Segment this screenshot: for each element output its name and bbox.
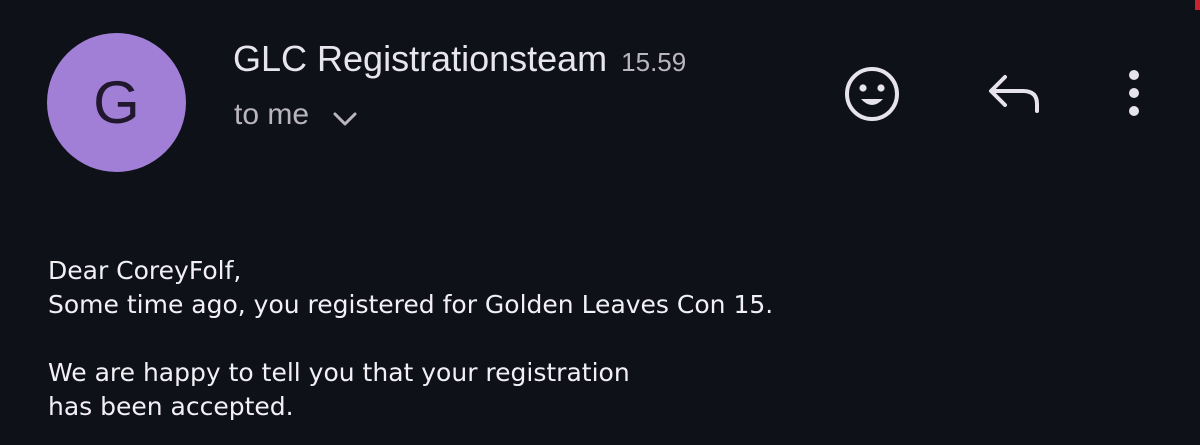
avatar-letter: G [93,68,140,136]
body-line: We are happy to tell you that your regis… [48,358,630,387]
body-line: Some time ago, you registered for Golden… [48,290,774,319]
recipient-details-toggle[interactable]: to me [234,98,359,132]
emoji-smile-icon[interactable] [843,65,901,123]
sender-name[interactable]: GLC Registrationsteam [233,38,607,80]
chevron-down-icon[interactable] [331,110,359,128]
status-corner-mark [1195,0,1200,10]
more-vert-icon[interactable] [1124,68,1144,118]
body-line: has been accepted. [48,392,294,421]
sender-avatar[interactable]: G [47,33,186,172]
email-time: 15.59 [621,47,687,77]
reply-arrow-icon[interactable] [985,71,1043,115]
recipient-label: to me [234,98,310,131]
email-body: Dear CoreyFolf, Some time ago, you regis… [48,254,1148,424]
body-greeting: Dear CoreyFolf, [48,256,242,285]
sender-header: GLC Registrationsteam 15.59 [233,38,686,80]
